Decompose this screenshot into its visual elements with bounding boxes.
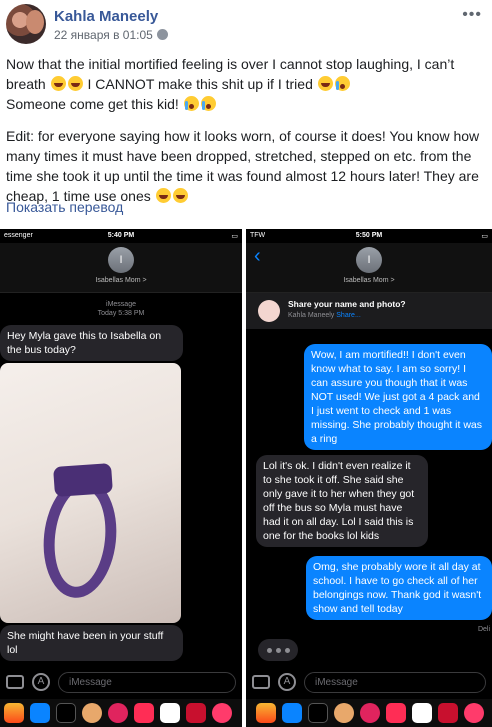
message-bubble: Hey Myla gave this to Isabella on the bu…	[0, 325, 183, 361]
crying-emoji-icon	[334, 76, 350, 91]
timestamp-text[interactable]: 22 января в 01:05	[54, 28, 153, 42]
laughing-emoji-icon	[317, 76, 333, 91]
contact-avatar: I	[108, 247, 134, 273]
contact-header: I Isabellas Mom >	[0, 243, 242, 293]
post-line-2b: I CANNOT make this shit up if I tried	[87, 76, 313, 92]
status-time: 5:40 PM	[107, 232, 135, 239]
apple-pay-icon[interactable]	[308, 703, 328, 723]
digital-touch-icon[interactable]	[386, 703, 406, 723]
camera-icon[interactable]	[252, 675, 270, 689]
author-name[interactable]: Kahla Maneely	[54, 8, 158, 25]
input-bar: A iMessage	[0, 669, 242, 697]
gif-icon[interactable]	[186, 703, 206, 723]
music-icon[interactable]	[160, 703, 180, 723]
message-bubble-sent: Wow, I am mortified!! I don't even know …	[304, 344, 492, 450]
share-name-banner[interactable]: Share your name and photo? Kahla Maneely…	[246, 293, 492, 329]
share-subtitle: Kahla Maneely Share...	[288, 312, 361, 319]
contact-name: Isabellas Mom >	[95, 277, 147, 284]
status-bar: essenger 5:40 PM ▭	[0, 229, 242, 243]
delivered-label: Deli	[477, 626, 490, 633]
message-bubble-sent: Omg, she probably wore it all day at sch…	[306, 556, 492, 620]
share-title: Share your name and photo?	[288, 299, 406, 309]
gif-icon[interactable]	[438, 703, 458, 723]
app-store-app-icon[interactable]	[282, 703, 302, 723]
app-tray	[0, 699, 242, 727]
memoji-icon[interactable]	[334, 703, 354, 723]
photos-app-icon[interactable]	[256, 703, 276, 723]
laughing-emoji-icon	[67, 76, 83, 91]
heart-app-icon[interactable]	[464, 703, 484, 723]
imessage-service: iMessage	[106, 301, 136, 308]
app-tray	[246, 699, 492, 727]
message-bubble: Lol it's ok. I didn't even realize it to…	[256, 455, 428, 547]
input-bar: A iMessage	[246, 669, 492, 697]
app-store-icon[interactable]: A	[278, 673, 296, 691]
post-line-3-text: Someone come get this kid!	[6, 96, 179, 112]
search-images-icon[interactable]	[360, 703, 380, 723]
typing-dot	[267, 648, 272, 653]
app-store-icon[interactable]: A	[32, 673, 50, 691]
laughing-emoji-icon	[50, 76, 66, 91]
ring-top	[53, 463, 113, 497]
see-translation-link[interactable]: Показать перевод	[6, 199, 123, 215]
crying-emoji-icon	[200, 96, 216, 111]
heart-app-icon[interactable]	[212, 703, 232, 723]
message-input[interactable]: iMessage	[304, 672, 486, 693]
battery-icon: ▭	[231, 233, 238, 240]
digital-touch-icon[interactable]	[134, 703, 154, 723]
share-link[interactable]: Share...	[336, 312, 361, 319]
post-edit-text: Edit: for everyone saying how it looks w…	[6, 128, 480, 204]
back-chevron-icon[interactable]: ‹	[254, 245, 261, 268]
camera-icon[interactable]	[6, 675, 24, 689]
music-icon[interactable]	[412, 703, 432, 723]
typing-dot	[285, 648, 290, 653]
more-options-icon[interactable]: •••	[462, 6, 482, 24]
message-bubble: She might have been in your stuff lol	[0, 625, 183, 661]
contact-header: ‹ I Isabellas Mom >	[246, 243, 492, 293]
apple-pay-icon[interactable]	[56, 703, 76, 723]
screenshot-right[interactable]: TFW 5:50 PM ▭ ‹ I Isabellas Mom > Share …	[246, 229, 492, 727]
battery-icon: ▭	[481, 233, 488, 240]
search-images-icon[interactable]	[108, 703, 128, 723]
share-name: Kahla Maneely	[288, 312, 335, 319]
author-avatar[interactable]	[6, 4, 46, 44]
share-avatar	[258, 300, 280, 322]
photos-app-icon[interactable]	[4, 703, 24, 723]
contact-avatar: I	[356, 247, 382, 273]
status-bar: TFW 5:50 PM ▭	[246, 229, 492, 243]
memoji-icon[interactable]	[82, 703, 102, 723]
screenshot-left[interactable]: essenger 5:40 PM ▭ I Isabellas Mom > iMe…	[0, 229, 242, 727]
post-line-2a: breath	[6, 76, 46, 92]
laughing-emoji-icon	[172, 188, 188, 203]
app-store-app-icon[interactable]	[30, 703, 50, 723]
typing-dot	[276, 648, 281, 653]
message-input[interactable]: iMessage	[58, 672, 236, 693]
post-line-3: Someone come get this kid!	[6, 94, 490, 114]
post-text: Now that the initial mortified feeling i…	[6, 54, 490, 206]
post-timestamp[interactable]: 22 января в 01:05	[54, 28, 168, 42]
post-line-1: Now that the initial mortified feeling i…	[6, 56, 455, 72]
ring-photo	[0, 363, 181, 623]
imessage-label: iMessage Today 5:38 PM	[0, 300, 242, 318]
post-edit: Edit: for everyone saying how it looks w…	[6, 126, 490, 206]
typing-indicator	[258, 639, 298, 661]
contact-name: Isabellas Mom >	[343, 277, 395, 284]
crying-emoji-icon	[183, 96, 199, 111]
globe-icon	[156, 29, 168, 40]
post-header: Kahla Maneely 22 января в 01:05 •••	[6, 4, 486, 44]
imessage-date: Today 5:38 PM	[97, 310, 145, 317]
laughing-emoji-icon	[155, 188, 171, 203]
post-line-2: breath I CANNOT make this shit up if I t…	[6, 74, 490, 94]
status-time: 5:50 PM	[355, 232, 383, 239]
